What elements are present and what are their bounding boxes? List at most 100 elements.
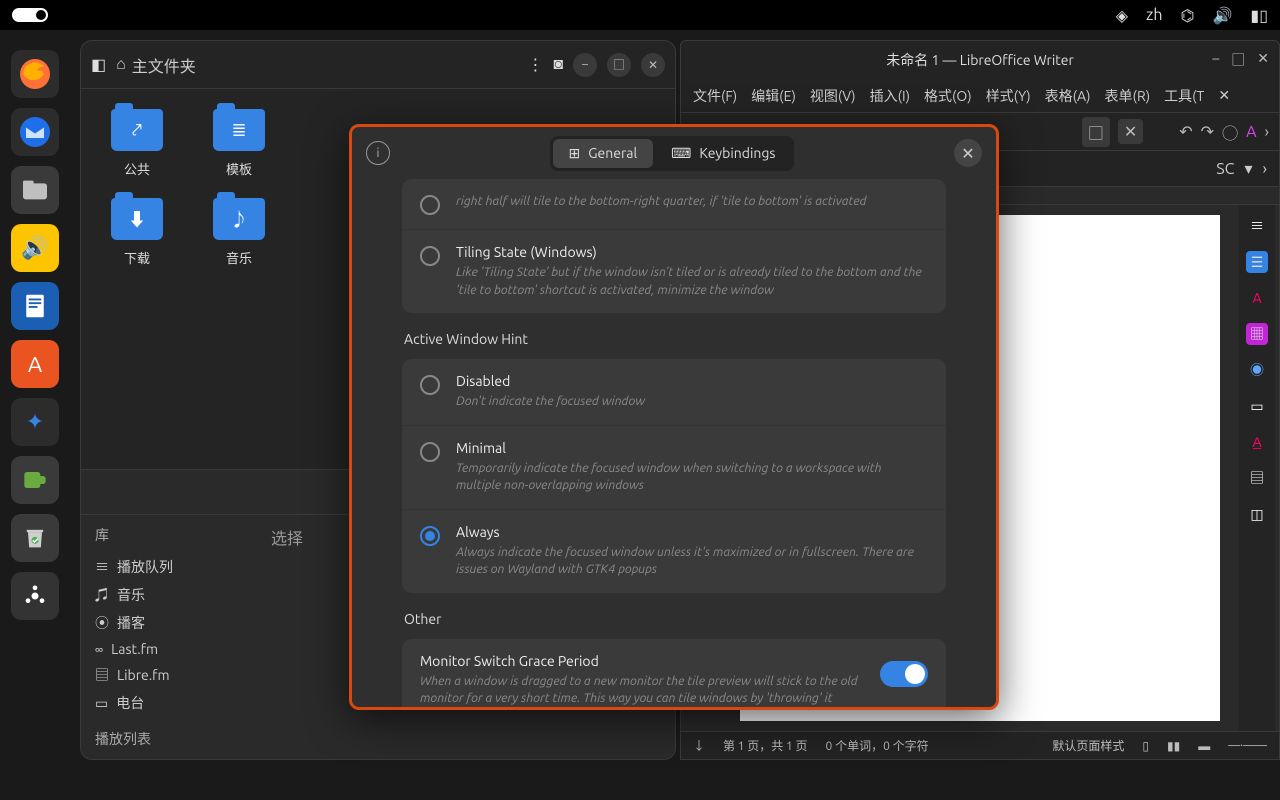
sidebar-item-lastfm[interactable]: ∞Last.fm [95, 637, 247, 661]
dock-app-thunderbird[interactable] [11, 108, 59, 156]
option-desc: Temporarily indicate the focused window … [456, 460, 928, 495]
close-button[interactable]: ✕ [1257, 50, 1269, 70]
dock: 🔊 A ✦ [0, 40, 70, 800]
save-status-icon[interactable]: ↓ [693, 737, 705, 754]
tab-close-icon[interactable]: □ [1082, 117, 1110, 147]
option-tiling-state-windows[interactable]: Tiling State (Windows) Like 'Tiling Stat… [402, 230, 946, 313]
sidebar-styles-icon[interactable]: A [1246, 287, 1268, 309]
status-words: 0 个单词，0 个字符 [826, 737, 929, 754]
find-icon[interactable]: ◯ [1222, 120, 1238, 144]
dock-app-rhythmbox[interactable]: 🔊 [11, 224, 59, 272]
status-style[interactable]: 默认页面样式 [1052, 737, 1124, 754]
folder-item[interactable]: ⤤ 公共 [111, 109, 163, 178]
sidebar-toggle-icon[interactable]: ◧ [91, 55, 106, 74]
sidebar-changes-icon[interactable]: ▤ [1246, 467, 1268, 489]
dock-app-writer[interactable] [11, 282, 59, 330]
more-icon[interactable]: › [1263, 160, 1268, 178]
power-icon[interactable]: ▮▯ [1250, 6, 1268, 25]
folder-label: 模板 [226, 159, 252, 178]
menu-form[interactable]: 表单(R) [1105, 86, 1151, 106]
view-book-icon[interactable]: ▬ [1198, 739, 1210, 753]
activities-pill[interactable] [12, 8, 48, 22]
files-title: 主文件夹 [132, 53, 196, 77]
undo-icon[interactable]: ↶ [1179, 122, 1192, 141]
style-name[interactable]: SC [1216, 160, 1234, 178]
menu-format[interactable]: 格式(O) [924, 86, 972, 106]
volume-icon[interactable]: 🔊 [1212, 6, 1232, 25]
dock-app-trash[interactable] [11, 514, 59, 562]
dialog-body[interactable]: right half will tile to the bottom-right… [352, 179, 996, 707]
option-tiling-state-partial[interactable]: right half will tile to the bottom-right… [402, 179, 946, 230]
dialog-close-button[interactable]: ✕ [954, 139, 982, 167]
view-single-icon[interactable]: ▯ [1142, 739, 1149, 753]
sidebar-accessibility-icon[interactable]: ◫ [1246, 503, 1268, 525]
lastfm-icon: ∞ [95, 641, 103, 657]
radio-unselected[interactable] [420, 195, 440, 215]
folder-item[interactable]: ⬇ 下载 [111, 198, 163, 267]
radio-icon: ▭ [95, 695, 108, 712]
ime-indicator[interactable]: zh [1146, 6, 1163, 24]
grid-icon: ⊞ [569, 145, 581, 162]
sidebar-inspector-icon[interactable]: A̲ [1246, 431, 1268, 453]
tiling-state-group: right half will tile to the bottom-right… [402, 179, 946, 313]
tab-keybindings[interactable]: ⌨ Keybindings [655, 139, 791, 168]
sidebar-item-queue[interactable]: ≡播放队列 [95, 553, 247, 581]
dock-app-plugin[interactable]: ✦ [11, 398, 59, 446]
sidebar-item-music[interactable]: ♫音乐 [95, 581, 247, 609]
writer-titlebar: 未命名 1 — LibreOffice Writer – □ ✕ [681, 41, 1279, 79]
option-hint-always[interactable]: Always Always indicate the focused windo… [402, 510, 946, 593]
toggle-on[interactable] [880, 661, 928, 687]
sidebar-item-librefm[interactable]: ▤Libre.fm [95, 661, 247, 689]
radio-unselected[interactable] [420, 442, 440, 462]
tab-close-icon2[interactable]: ✕ [1118, 119, 1143, 144]
sidebar-navigator-icon[interactable]: ◉ [1246, 359, 1268, 381]
dock-app-extensions[interactable] [11, 456, 59, 504]
menu-view[interactable]: 视图(V) [810, 86, 856, 106]
gnome-topbar: ◈ zh ⌬ 🔊 ▮▯ [0, 0, 1280, 30]
option-monitor-grace[interactable]: Monitor Switch Grace Period When a windo… [402, 639, 946, 708]
kebab-icon[interactable]: ⋮ [527, 55, 543, 74]
radio-unselected[interactable] [420, 246, 440, 266]
zoom-slider[interactable]: —·—— [1228, 739, 1267, 752]
close-button[interactable]: ✕ [641, 53, 665, 77]
dock-app-firefox[interactable] [11, 50, 59, 98]
maximize-button[interactable]: □ [607, 53, 631, 77]
network-icon[interactable]: ⌬ [1181, 6, 1195, 25]
view-multi-icon[interactable]: ▮▮ [1167, 739, 1180, 753]
close-tab-icon[interactable]: ✕ [1218, 87, 1230, 104]
dock-app-software[interactable]: A [11, 340, 59, 388]
sidebar-menu-icon[interactable]: ≡ [1246, 215, 1268, 237]
tab-general[interactable]: ⊞ General [553, 139, 654, 168]
sidebar-item-radio[interactable]: ▭电台 [95, 689, 247, 717]
privacy-icon[interactable]: ◈ [1116, 6, 1128, 25]
option-hint-minimal[interactable]: Minimal Temporarily indicate the focused… [402, 426, 946, 510]
download-folder-icon: ⬇ [111, 198, 163, 240]
menu-table[interactable]: 表格(A) [1045, 86, 1091, 106]
menu-tools[interactable]: 工具(T [1164, 86, 1204, 106]
info-icon[interactable]: i [366, 141, 390, 165]
sidebar-item-podcast[interactable]: ⦿播客 [95, 609, 247, 637]
sidebar-page-icon[interactable]: ▭ [1246, 395, 1268, 417]
folder-item[interactable]: ≣ 模板 [213, 109, 265, 178]
sidebar-properties-icon[interactable]: ☰ [1246, 251, 1268, 273]
dock-app-files[interactable] [11, 166, 59, 214]
dock-show-apps[interactable] [11, 572, 59, 620]
minimize-button[interactable]: – [1212, 50, 1219, 70]
menu-edit[interactable]: 编辑(E) [751, 86, 796, 106]
chevron-down-icon[interactable]: ▾ [1244, 159, 1252, 178]
more-icon[interactable]: › [1265, 123, 1270, 141]
minimize-button[interactable]: – [573, 53, 597, 77]
menu-styles[interactable]: 样式(Y) [986, 86, 1031, 106]
camera-icon[interactable]: ◙ [553, 55, 563, 74]
redo-icon[interactable]: ↷ [1201, 122, 1214, 141]
option-hint-disabled[interactable]: Disabled Don't indicate the focused wind… [402, 359, 946, 426]
menu-insert[interactable]: 插入(I) [870, 86, 910, 106]
menu-file[interactable]: 文件(F) [693, 86, 737, 106]
radio-selected[interactable] [420, 526, 440, 546]
maximize-button[interactable]: □ [1231, 50, 1245, 70]
folder-item[interactable]: ♪ 音乐 [213, 198, 265, 267]
format-icon[interactable]: A [1246, 123, 1256, 141]
folder-label: 音乐 [226, 248, 252, 267]
radio-unselected[interactable] [420, 375, 440, 395]
sidebar-gallery-icon[interactable]: ▦ [1246, 323, 1268, 345]
